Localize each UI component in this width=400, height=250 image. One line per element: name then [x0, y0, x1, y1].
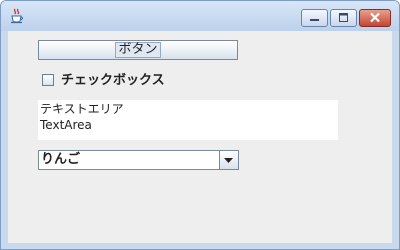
maximize-button[interactable] [330, 9, 357, 27]
java-coffee-cup-icon [9, 8, 25, 24]
checkbox-box[interactable] [42, 74, 54, 86]
combo-dropdown-button[interactable] [219, 151, 238, 169]
minimize-icon [310, 19, 319, 21]
minimize-button[interactable] [301, 9, 328, 27]
text-area-line-1: テキストエリア [40, 102, 124, 116]
title-bar[interactable] [1, 1, 399, 31]
combo-box[interactable]: りんご [38, 150, 239, 170]
checkbox-label[interactable]: チェックボックス [61, 72, 165, 90]
content-panel: ボタン チェックボックス テキストエリア TextArea りんご [8, 31, 392, 243]
text-area[interactable]: テキストエリア TextArea [38, 100, 338, 140]
push-button-label: ボタン [115, 42, 161, 58]
combo-selected-value: りんご [41, 152, 81, 167]
close-button[interactable] [359, 9, 391, 27]
close-icon [370, 12, 380, 23]
text-area-line-2: TextArea [40, 118, 92, 132]
push-button[interactable]: ボタン [38, 40, 238, 60]
chevron-down-icon [224, 158, 233, 163]
maximize-icon [339, 13, 348, 22]
app-window: ボタン チェックボックス テキストエリア TextArea りんご [0, 0, 400, 250]
